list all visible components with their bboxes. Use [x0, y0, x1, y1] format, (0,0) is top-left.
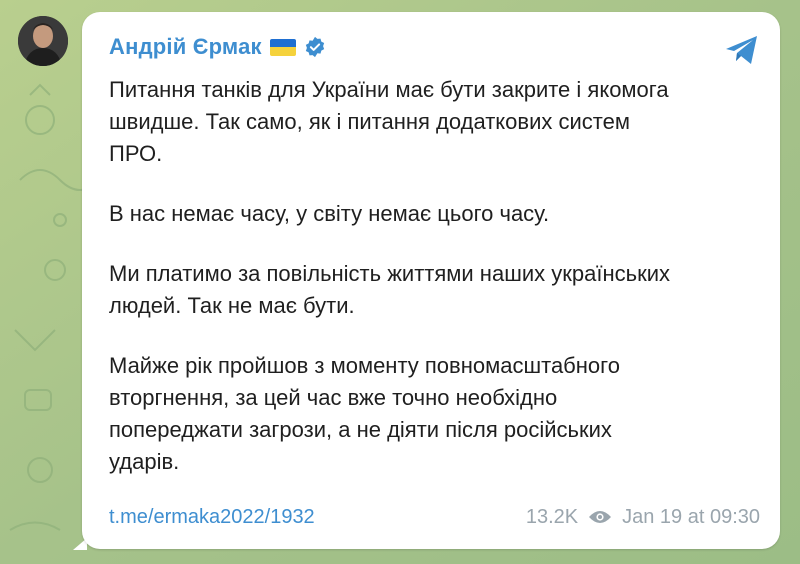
message-paragraph: В нас немає часу, у світу немає цього ча… [109, 201, 550, 226]
post-link[interactable]: t.me/ermaka2022/1932 [109, 506, 315, 529]
author-name[interactable]: Андрій Єрмак [109, 34, 262, 60]
ukraine-flag-icon [269, 38, 296, 56]
verified-badge-icon [305, 36, 324, 58]
message-text: Питання танків для України має бути закр… [109, 74, 769, 506]
message-paragraph: Майже рік пройшов з моменту повномасштаб… [109, 353, 620, 474]
message-footer: t.me/ermaka2022/1932 13.2K Jan 19 at 09:… [109, 503, 760, 531]
message-bubble: Андрій Єрмак Питання танків для України … [82, 12, 780, 549]
avatar[interactable] [18, 16, 68, 66]
message-paragraph: Ми платимо за повільність життями наших … [109, 261, 670, 318]
message-meta: 13.2K Jan 19 at 09:30 [526, 506, 760, 529]
eye-icon [589, 511, 612, 523]
message-header: Андрій Єрмак [109, 32, 326, 62]
message-date: Jan 19 at 09:30 [622, 505, 760, 528]
message-paragraph: Питання танків для України має бути закр… [109, 77, 669, 166]
view-count: 13.2K [525, 505, 579, 528]
telegram-icon[interactable] [722, 30, 762, 70]
avatar-photo [18, 16, 68, 66]
